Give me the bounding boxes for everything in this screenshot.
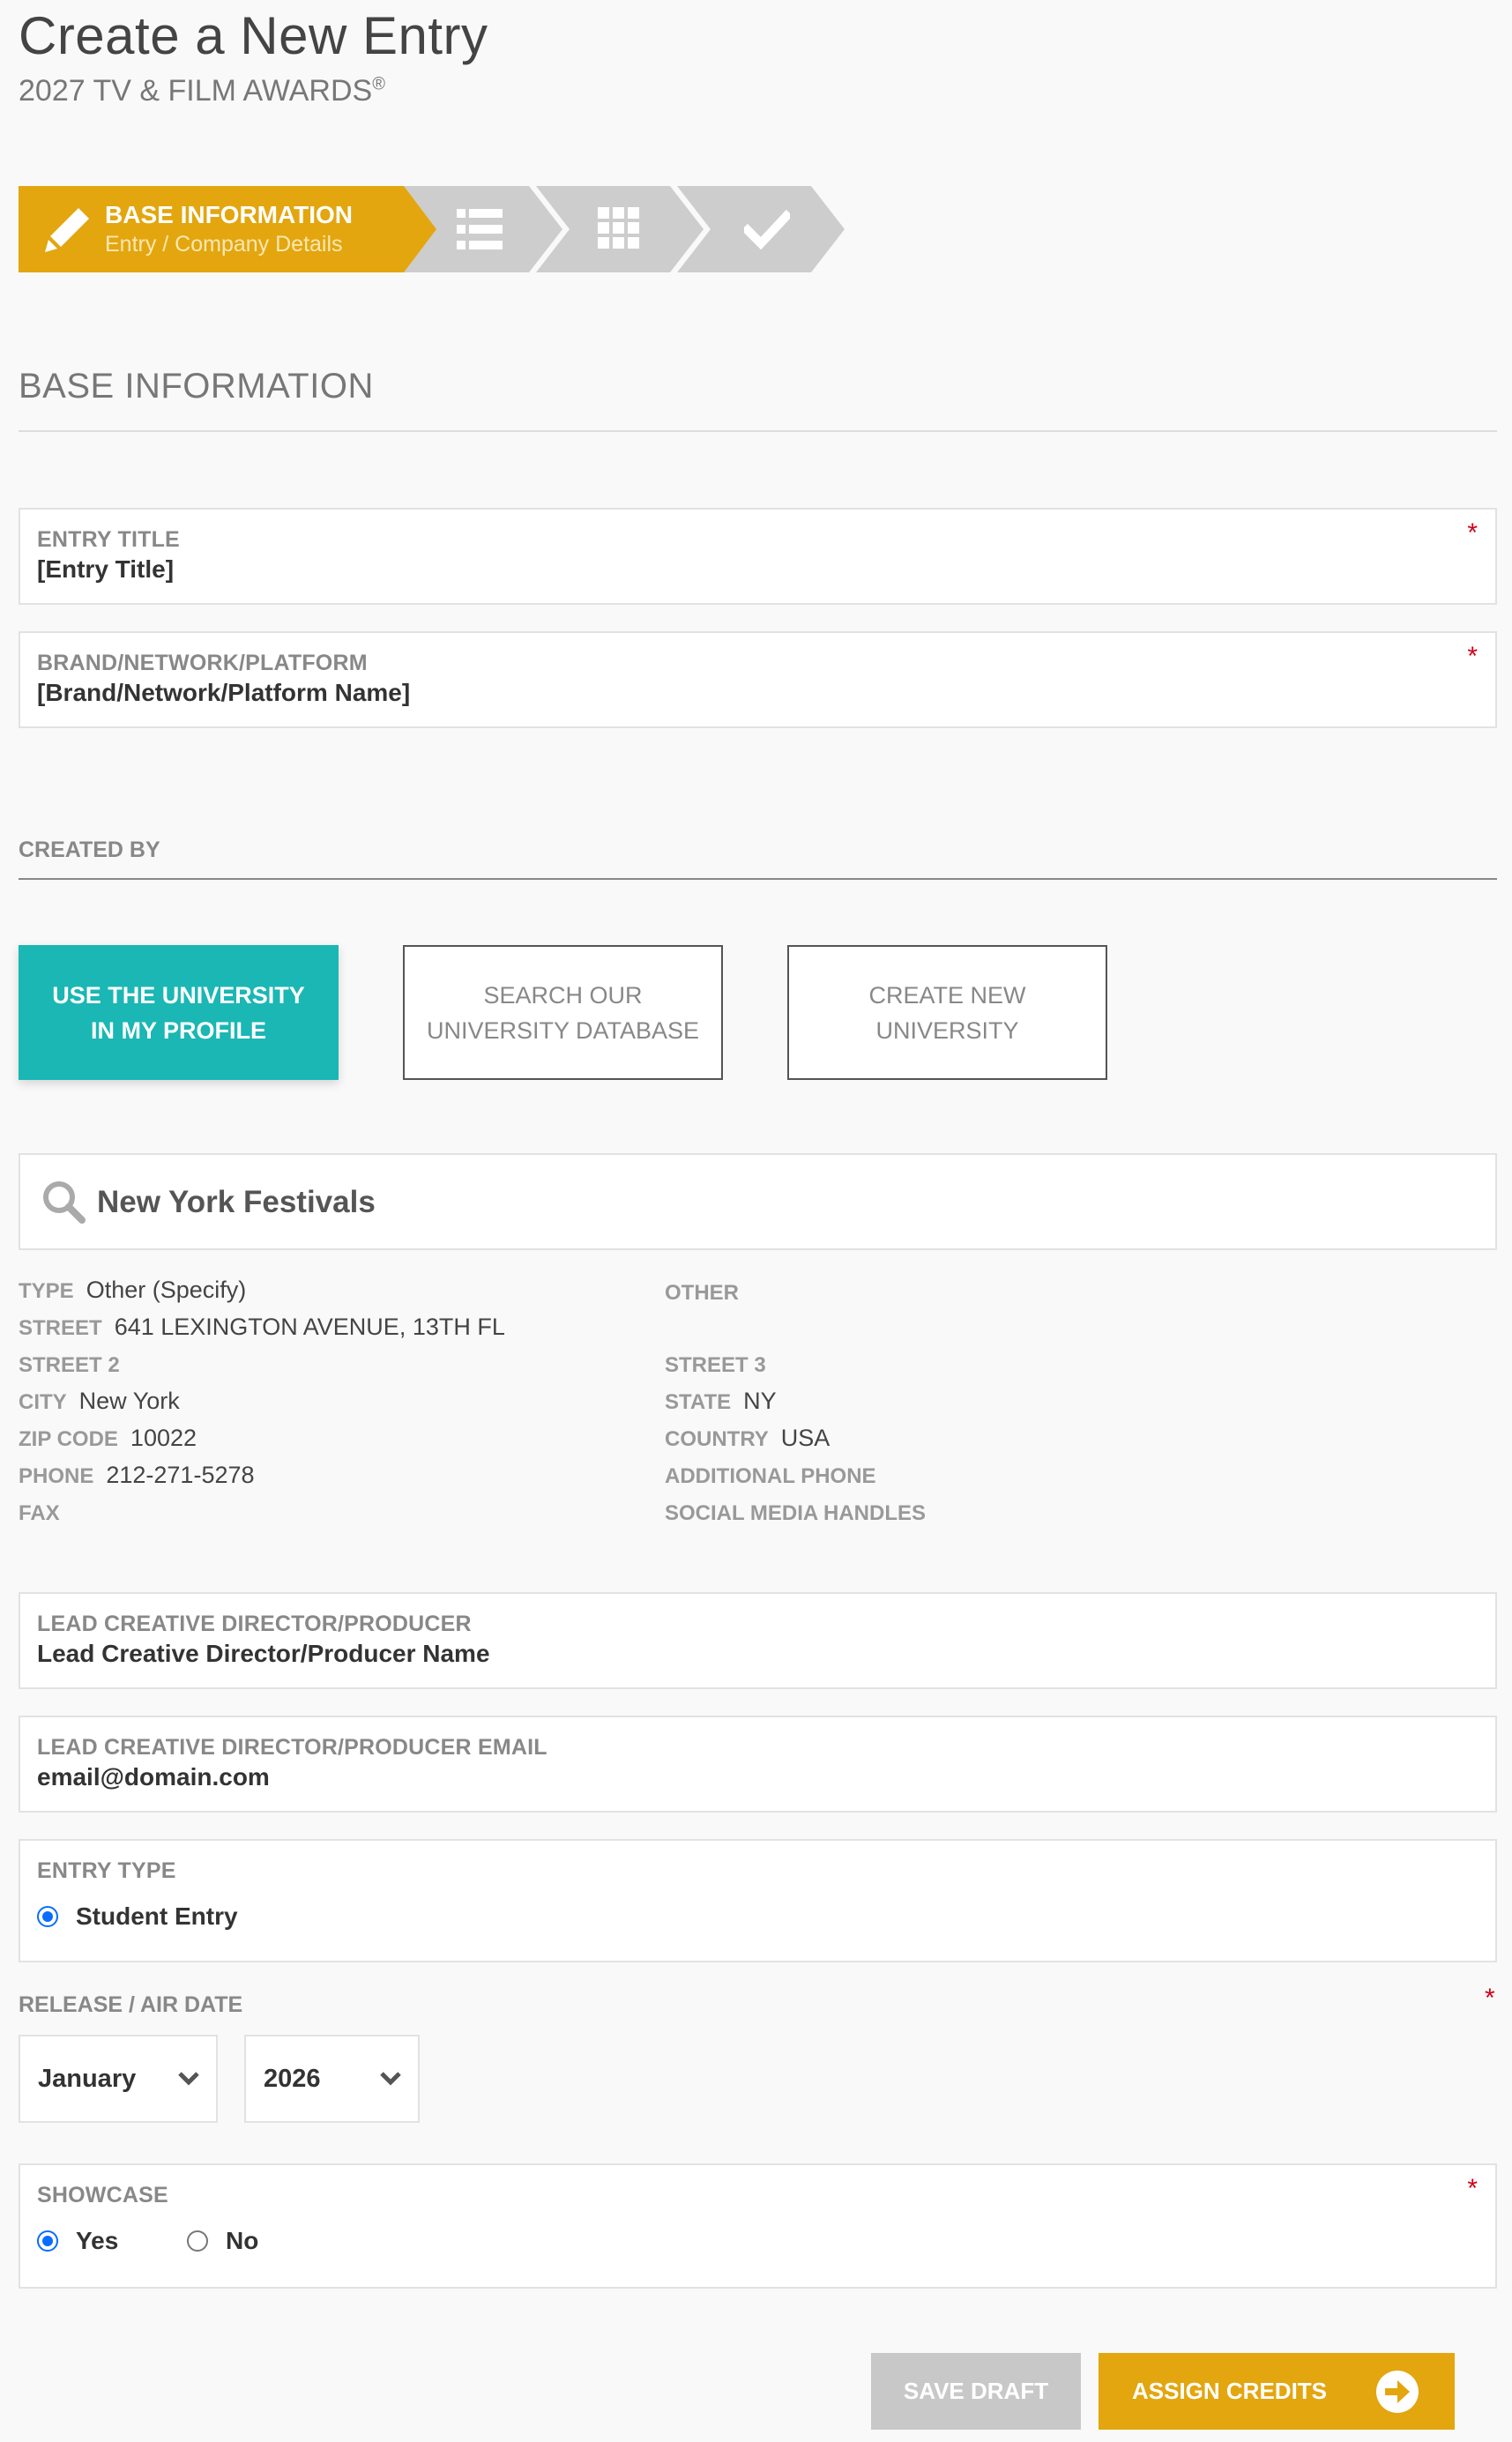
student-entry-option[interactable]: Student Entry <box>37 1902 238 1931</box>
lead-director-label: LEAD CREATIVE DIRECTOR/PRODUCER <box>37 1612 472 1636</box>
entry-title-field[interactable]: ENTRY TITLE [Entry Title] * <box>19 508 1497 605</box>
release-date-label: RELEASE / AIR DATE <box>19 1992 243 2017</box>
progress-stepper: BASE INFORMATION Entry / Company Details <box>19 186 860 272</box>
create-university-button[interactable]: CREATE NEW UNIVERSITY <box>787 945 1107 1080</box>
entry-type-label: ENTRY TYPE <box>37 1858 176 1883</box>
lead-director-field[interactable]: LEAD CREATIVE DIRECTOR/PRODUCER Lead Cre… <box>19 1592 1497 1689</box>
required-marker: * <box>1467 518 1478 547</box>
list-icon <box>457 209 503 249</box>
org-street-2: STREET 2 <box>19 1353 120 1377</box>
required-marker: * <box>1485 1984 1495 2013</box>
org-street-3: STREET 3 <box>665 1353 766 1377</box>
showcase-no-radio[interactable] <box>187 2230 208 2252</box>
student-entry-radio[interactable] <box>37 1906 58 1927</box>
showcase-no-option[interactable]: No <box>187 2227 258 2255</box>
brand-field[interactable]: BRAND/NETWORK/PLATFORM [Brand/Network/Pl… <box>19 631 1497 728</box>
step-title: BASE INFORMATION <box>105 201 354 228</box>
entry-type-field: ENTRY TYPE Student Entry <box>19 1839 1497 1962</box>
page-subtitle: 2027 TV & FILM AWARDS® <box>19 74 385 108</box>
search-university-button[interactable]: SEARCH OUR UNIVERSITY DATABASE <box>403 945 723 1080</box>
showcase-field: SHOWCASE * Yes No <box>19 2163 1497 2289</box>
arrow-right-circle-icon <box>1376 2371 1419 2413</box>
section-title: BASE INFORMATION <box>19 367 374 406</box>
lead-director-email-value[interactable]: email@domain.com <box>37 1763 270 1791</box>
showcase-yes-radio[interactable] <box>37 2230 58 2252</box>
pencil-icon <box>45 208 89 252</box>
university-search-input[interactable]: New York Festivals <box>19 1153 1497 1250</box>
lead-director-value[interactable]: Lead Creative Director/Producer Name <box>37 1640 490 1668</box>
org-country: COUNTRY USA <box>665 1425 830 1451</box>
month-select[interactable]: January <box>19 2035 218 2123</box>
assign-credits-label: ASSIGN CREDITS <box>1132 2378 1328 2404</box>
month-value: January <box>38 2065 137 2093</box>
checkmark-icon <box>744 209 790 250</box>
brand-label: BRAND/NETWORK/PLATFORM <box>37 651 368 675</box>
org-additional-phone: ADDITIONAL PHONE <box>665 1464 876 1488</box>
org-phone: PHONE 212-271-5278 <box>19 1462 255 1488</box>
grid-icon <box>598 207 639 249</box>
chevron-down-icon <box>380 2072 401 2086</box>
divider <box>19 878 1497 880</box>
use-profile-university-button[interactable]: USE THE UNIVERSITY IN MY PROFILE <box>19 945 339 1080</box>
org-zip: ZIP CODE 10022 <box>19 1425 197 1451</box>
entry-title-value[interactable]: [Entry Title] <box>37 555 174 584</box>
org-social-media: SOCIAL MEDIA HANDLES <box>665 1501 927 1525</box>
page-title: Create a New Entry <box>19 6 488 65</box>
org-city: CITY New York <box>19 1388 180 1414</box>
org-type: TYPE Other (Specify) <box>19 1277 247 1303</box>
divider <box>19 430 1497 432</box>
org-state: STATE NY <box>665 1388 777 1414</box>
org-other: OTHER <box>665 1281 739 1305</box>
registered-mark: ® <box>372 74 385 94</box>
created-by-label: CREATED BY <box>19 838 160 862</box>
showcase-label: SHOWCASE <box>37 2183 168 2207</box>
required-marker: * <box>1467 642 1478 671</box>
required-marker: * <box>1467 2174 1478 2203</box>
step-base-information[interactable]: BASE INFORMATION Entry / Company Details <box>19 186 436 272</box>
lead-director-email-field[interactable]: LEAD CREATIVE DIRECTOR/PRODUCER EMAIL em… <box>19 1716 1497 1813</box>
year-value: 2026 <box>264 2065 321 2093</box>
step-subtitle: Entry / Company Details <box>105 232 343 257</box>
save-draft-button[interactable]: SAVE DRAFT <box>871 2353 1081 2430</box>
award-name: 2027 TV & FILM AWARDS <box>19 74 373 108</box>
showcase-yes-option[interactable]: Yes <box>37 2227 118 2255</box>
search-icon <box>43 1181 86 1224</box>
org-street: STREET 641 LEXINGTON AVENUE, 13TH FL <box>19 1314 505 1340</box>
entry-title-label: ENTRY TITLE <box>37 527 180 552</box>
search-value[interactable]: New York Festivals <box>97 1185 376 1220</box>
brand-value[interactable]: [Brand/Network/Platform Name] <box>37 679 410 707</box>
assign-credits-button[interactable]: ASSIGN CREDITS <box>1099 2353 1455 2430</box>
year-select[interactable]: 2026 <box>244 2035 420 2123</box>
chevron-down-icon <box>178 2072 199 2086</box>
lead-director-email-label: LEAD CREATIVE DIRECTOR/PRODUCER EMAIL <box>37 1735 547 1760</box>
org-fax: FAX <box>19 1501 60 1525</box>
